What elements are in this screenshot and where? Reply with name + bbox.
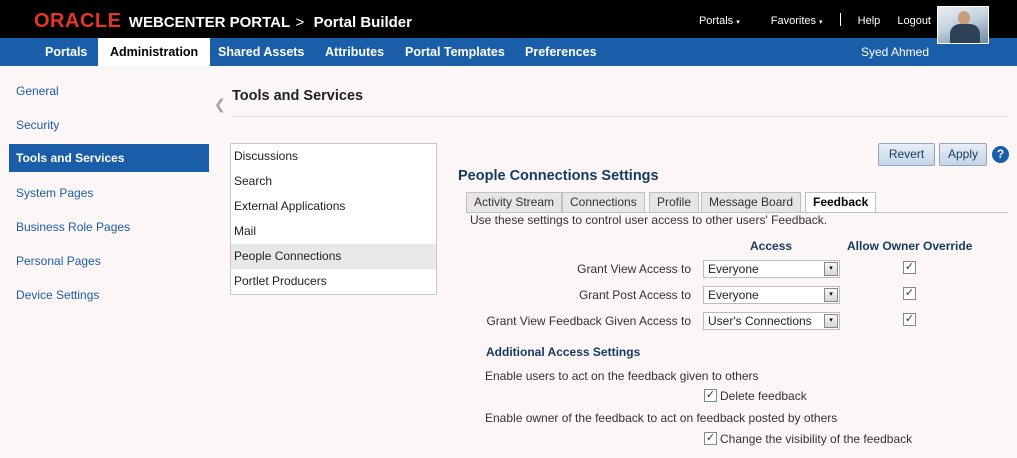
oracle-logo: ORACLE [34,10,122,32]
tab-connections[interactable]: Connections [562,192,645,213]
grant-post-label: Grant Post Access to [578,288,691,302]
tab-administration[interactable]: Administration [98,38,211,66]
grant-post-select[interactable]: Everyone ▾ [703,286,840,304]
sidebar-item-general[interactable]: General [9,77,209,105]
sidebar-item-tools-and-services[interactable]: Tools and Services [9,144,209,172]
link-divider [839,13,841,26]
access-column-header: Access [750,239,793,253]
list-item-people-connections[interactable]: People Connections [231,244,436,269]
chevron-down-icon: ▾ [824,262,838,276]
grant-view-feedback-value: User's Connections [708,314,812,328]
logout-link[interactable]: Logout [897,15,931,27]
list-item-external-applications[interactable]: External Applications [231,194,436,219]
list-item-search[interactable]: Search [231,169,436,194]
revert-button[interactable]: Revert [878,143,935,166]
top-links: Portals ▾ Favorites ▾ Help Logout [671,13,931,27]
chevron-down-icon: ▾ [736,19,740,26]
portals-menu-label: Portals [698,15,734,27]
chevron-down-icon: ▾ [819,19,823,26]
additional-line-1: Enable users to act on the feedback give… [485,369,759,383]
user-avatar[interactable] [937,6,989,44]
list-item-mail[interactable]: Mail [231,219,436,244]
top-bar: ORACLE WEBCENTER PORTAL > Portal Builder… [0,0,1017,38]
main-nav: Portals Administration Shared Assets Att… [0,38,1017,66]
grant-view-feedback-override-checkbox[interactable]: ✓ [903,313,916,326]
services-list: Discussions Search External Applications… [230,143,437,295]
sidebar-item-device-settings[interactable]: Device Settings [9,281,209,309]
help-icon[interactable]: ? [992,146,1009,163]
tab-profile[interactable]: Profile [649,192,700,213]
page-title: Tools and Services [232,88,364,104]
additional-settings-title: Additional Access Settings [486,345,641,359]
apply-button[interactable]: Apply [939,143,987,166]
change-visibility-checkbox[interactable]: ✓ [704,432,717,445]
grant-view-value: Everyone [708,262,759,276]
tab-message-board[interactable]: Message Board [701,192,802,213]
title-separator: > [295,14,305,31]
brand: ORACLE WEBCENTER PORTAL > Portal Builder [34,10,412,33]
sidebar-item-security[interactable]: Security [9,111,209,139]
grant-view-feedback-label: Grant View Feedback Given Access to [486,314,691,328]
favorites-menu[interactable]: Favorites ▾ [757,15,823,27]
sidebar: General Security Tools and Services Syst… [0,66,214,458]
grant-post-value: Everyone [708,288,759,302]
portals-menu[interactable]: Portals ▾ [685,15,740,27]
override-column-header: Allow Owner Override [847,239,973,253]
tab-attributes[interactable]: Attributes [313,38,396,66]
user-name[interactable]: Syed Ahmed [861,38,929,66]
grant-post-override-checkbox[interactable]: ✓ [903,287,916,300]
tab-portal-templates[interactable]: Portal Templates [393,38,517,66]
tab-activity-stream[interactable]: Activity Stream [466,192,563,213]
tab-feedback[interactable]: Feedback [805,192,877,214]
app-name: Portal Builder [313,14,412,31]
favorites-menu-label: Favorites [770,15,817,27]
grant-view-select[interactable]: Everyone ▾ [703,260,840,278]
list-item-discussions[interactable]: Discussions [231,144,436,169]
avatar-head [958,11,970,25]
change-visibility-label: Change the visibility of the feedback [720,432,913,446]
chevron-down-icon: ▾ [824,288,838,302]
grant-view-override-checkbox[interactable]: ✓ [903,261,916,274]
sidebar-item-business-role-pages[interactable]: Business Role Pages [9,213,209,241]
product-name: WEBCENTER PORTAL [128,14,291,31]
list-item-portlet-producers[interactable]: Portlet Producers [231,269,436,294]
delete-feedback-label: Delete feedback [720,389,807,403]
additional-line-2: Enable owner of the feedback to act on f… [485,411,838,425]
delete-feedback-checkbox[interactable]: ✓ [704,389,717,402]
feedback-description: Use these settings to control user acces… [470,213,828,227]
tab-portals[interactable]: Portals [33,38,99,66]
help-link[interactable]: Help [858,15,881,27]
sidebar-item-personal-pages[interactable]: Personal Pages [9,247,209,275]
grant-view-feedback-select[interactable]: User's Connections ▾ [703,312,840,330]
chevron-down-icon: ▾ [824,314,838,328]
tab-shared-assets[interactable]: Shared Assets [206,38,316,66]
chevron-left-icon[interactable]: ❮ [214,96,226,113]
tab-preferences[interactable]: Preferences [513,38,609,66]
avatar-body [950,24,980,43]
title-divider [232,116,1008,117]
sidebar-item-system-pages[interactable]: System Pages [9,179,209,207]
grant-view-label: Grant View Access to [577,262,691,276]
settings-title: People Connections Settings [458,168,659,184]
